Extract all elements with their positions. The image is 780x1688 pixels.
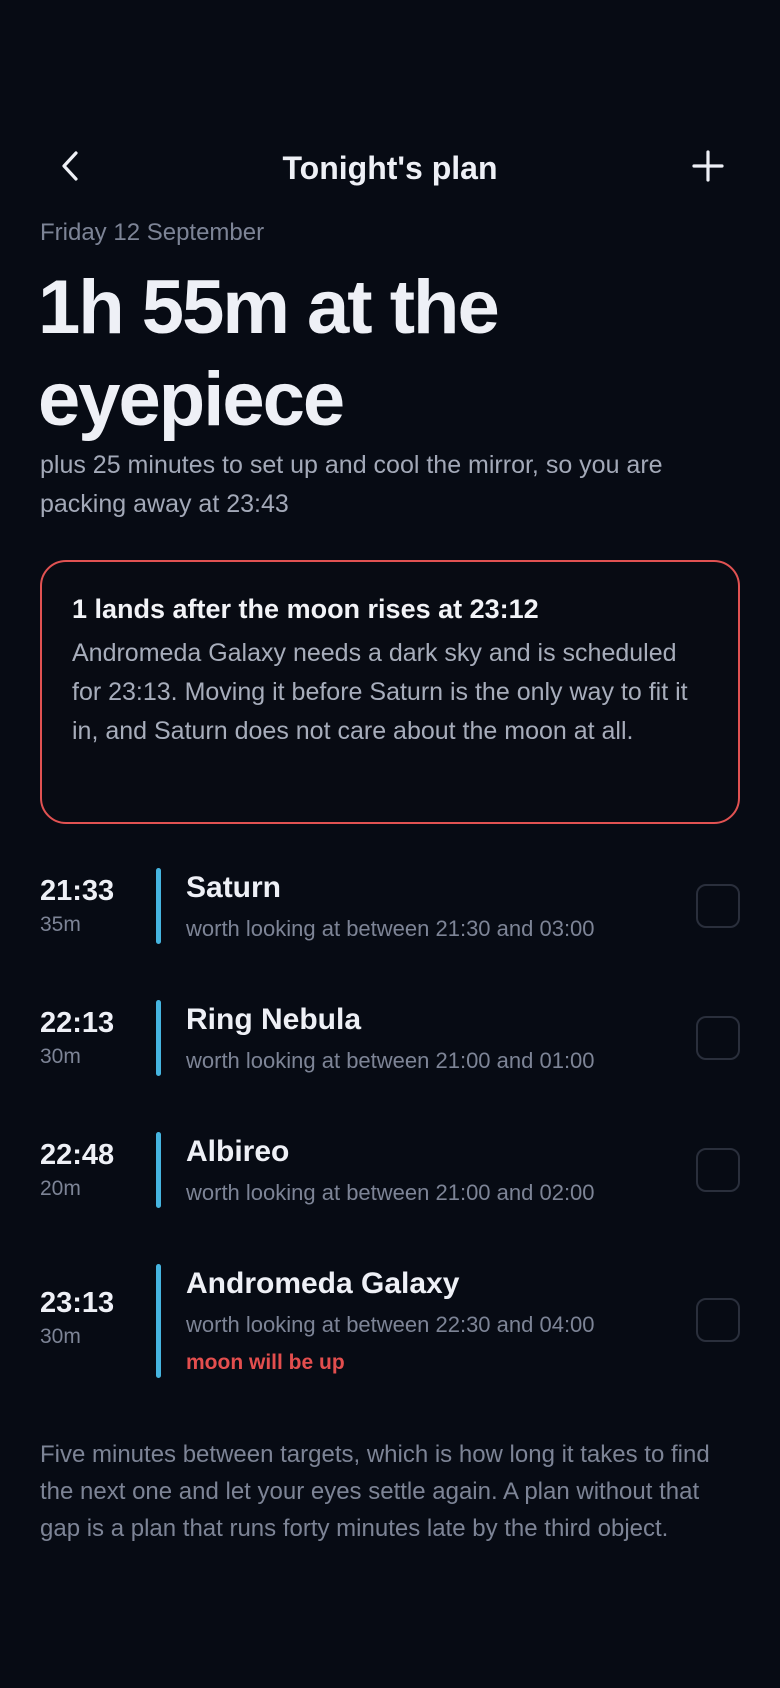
moon-up-warning: moon will be up <box>186 1351 345 1374</box>
target-name: Andromeda Galaxy <box>186 1267 460 1300</box>
header: Tonight's plan <box>0 136 780 196</box>
plan-date: Friday 12 September <box>40 219 265 246</box>
visibility-window: worth looking at between 21:00 and 01:00 <box>186 1048 595 1073</box>
screen: Tonight's plan Friday 12 September 1h 55… <box>0 0 780 1688</box>
observing-time-headline: 1h 55m at the eyepiece <box>38 265 500 442</box>
duration: 30m <box>40 1325 81 1348</box>
visibility-window: worth looking at between 22:30 and 04:00 <box>186 1312 595 1337</box>
done-checkbox[interactable] <box>696 1148 740 1192</box>
target-name: Albireo <box>186 1135 290 1168</box>
target-name: Ring Nebula <box>186 1003 362 1036</box>
page-title: Tonight's plan <box>282 150 498 186</box>
gap-footnote: Five minutes between targets, which is h… <box>40 1441 710 1542</box>
visibility-window: worth looking at between 21:30 and 03:00 <box>186 916 595 941</box>
add-target-button[interactable] <box>684 144 732 188</box>
done-checkbox[interactable] <box>696 1016 740 1060</box>
start-time: 22:48 <box>40 1139 115 1171</box>
duration: 35m <box>40 913 81 936</box>
plus-icon <box>692 150 724 182</box>
start-time: 22:13 <box>40 1007 115 1039</box>
done-checkbox[interactable] <box>696 1298 740 1342</box>
schedule-row: 23:13 30m Andromeda Galaxy worth looking… <box>0 1258 780 1378</box>
schedule-row: 22:48 20m Albireo worth looking at betwe… <box>0 1126 780 1222</box>
visibility-window: worth looking at between 21:00 and 02:00 <box>186 1180 595 1205</box>
schedule-row: 21:33 35m Saturn worth looking at betwee… <box>0 862 780 958</box>
duration: 20m <box>40 1177 81 1200</box>
timeline-bar <box>156 1132 161 1208</box>
timeline-bar <box>156 1000 161 1076</box>
setup-summary: plus 25 minutes to set up and cool the m… <box>40 451 663 518</box>
moon-warning-card: 1 lands after the moon rises at 23:12 An… <box>40 560 740 824</box>
schedule-row: 22:13 30m Ring Nebula worth looking at b… <box>0 994 780 1090</box>
start-time: 21:33 <box>40 875 115 907</box>
duration: 30m <box>40 1045 81 1068</box>
done-checkbox[interactable] <box>696 884 740 928</box>
timeline-bar <box>156 1264 161 1378</box>
warning-title: 1 lands after the moon rises at 23:12 <box>72 594 539 624</box>
timeline-bar <box>156 868 161 944</box>
target-name: Saturn <box>186 871 282 904</box>
start-time: 23:13 <box>40 1287 115 1319</box>
warning-body: Andromeda Galaxy needs a dark sky and is… <box>72 639 688 745</box>
